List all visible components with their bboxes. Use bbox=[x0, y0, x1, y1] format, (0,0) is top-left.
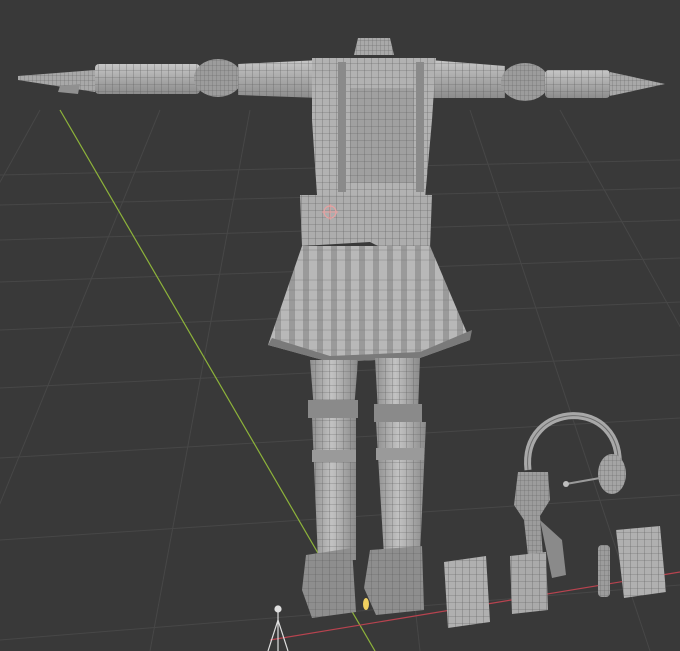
flashlight-prop[interactable] bbox=[598, 545, 610, 597]
3d-viewport[interactable] bbox=[0, 0, 680, 651]
pouch-prop-2[interactable] bbox=[510, 552, 548, 614]
torso[interactable] bbox=[300, 38, 436, 252]
backpack-prop[interactable] bbox=[616, 526, 666, 598]
selected-origin-marker[interactable] bbox=[363, 598, 369, 610]
pouch-prop-1[interactable] bbox=[444, 556, 490, 628]
